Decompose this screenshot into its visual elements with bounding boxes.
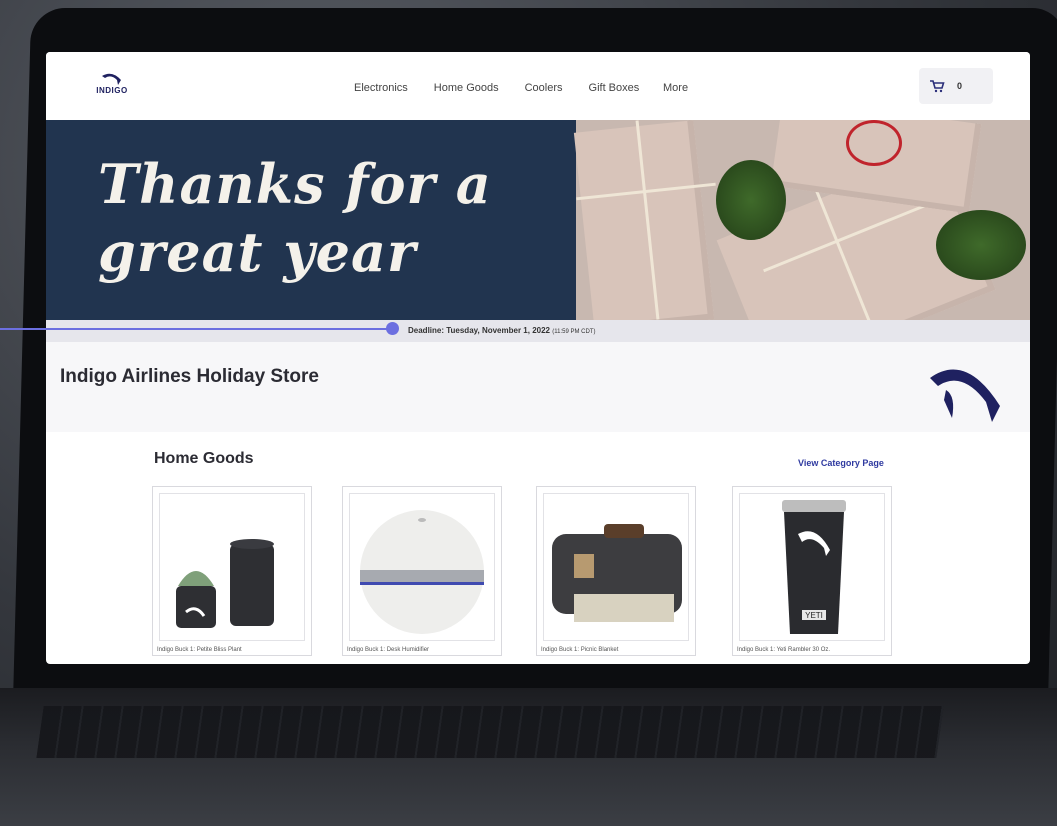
product-image <box>349 493 495 641</box>
callout-line <box>0 328 392 330</box>
product-card[interactable]: Indigo Buck 1: Picnic Blanket <box>536 486 696 656</box>
deadline-text: Deadline: Tuesday, November 1, 2022 (11:… <box>408 326 596 335</box>
nav-more[interactable]: More <box>663 82 688 94</box>
cart-button[interactable]: 0 <box>919 68 993 104</box>
store-header: Indigo Airlines Holiday Store <box>46 342 1030 432</box>
yeti-label: YETI <box>805 611 823 620</box>
logo-text: INDIGO <box>96 86 128 95</box>
laptop-screen: INDIGO Electronics Home Goods Coolers Gi… <box>46 52 1030 664</box>
product-name: Indigo Buck 1: Picnic Blanket <box>541 647 619 653</box>
product-name: Indigo Buck 1: Desk Humidifier <box>347 647 430 653</box>
product-name: Indigo Buck 1: Yeti Rambler 30 Oz. <box>737 647 831 653</box>
category-title: Home Goods <box>154 450 254 467</box>
laptop-keyboard <box>36 706 944 758</box>
product-image <box>543 493 689 641</box>
nav-electronics[interactable]: Electronics <box>354 82 408 94</box>
deadline-bar: Deadline: Tuesday, November 1, 2022 (11:… <box>46 320 1030 342</box>
product-card[interactable]: YETI Indigo Buck 1: Yeti Rambler 30 Oz. <box>732 486 892 656</box>
top-nav: INDIGO Electronics Home Goods Coolers Gi… <box>46 52 1030 120</box>
nav-home-goods[interactable]: Home Goods <box>434 82 499 94</box>
product-image: YETI <box>739 493 885 641</box>
bird-icon <box>102 73 121 85</box>
cart-icon <box>930 80 945 93</box>
store-title: Indigo Airlines Holiday Store <box>60 366 319 387</box>
nav-coolers[interactable]: Coolers <box>525 82 563 94</box>
bird-logo-icon <box>930 369 1000 422</box>
indigo-logo[interactable]: INDIGO <box>92 72 132 95</box>
product-name: Indigo Buck 1: Petite Bliss Plant <box>157 647 242 653</box>
gift-photo <box>573 120 1030 320</box>
product-card[interactable]: Indigo Buck 1: Desk Humidifier <box>342 486 502 656</box>
hero-title: Thanks for a great year <box>98 152 492 284</box>
nav-gift-boxes[interactable]: Gift Boxes <box>589 82 640 94</box>
cart-count: 0 <box>957 81 963 91</box>
view-category-link[interactable]: View Category Page <box>798 458 884 468</box>
callout-dot <box>386 322 399 335</box>
nav-links: Electronics Home Goods Coolers Gift Boxe… <box>354 82 639 94</box>
product-card[interactable]: Indigo Buck 1: Petite Bliss Plant <box>152 486 312 656</box>
product-image <box>159 493 305 641</box>
hero-banner: Thanks for a great year <box>46 120 1030 320</box>
